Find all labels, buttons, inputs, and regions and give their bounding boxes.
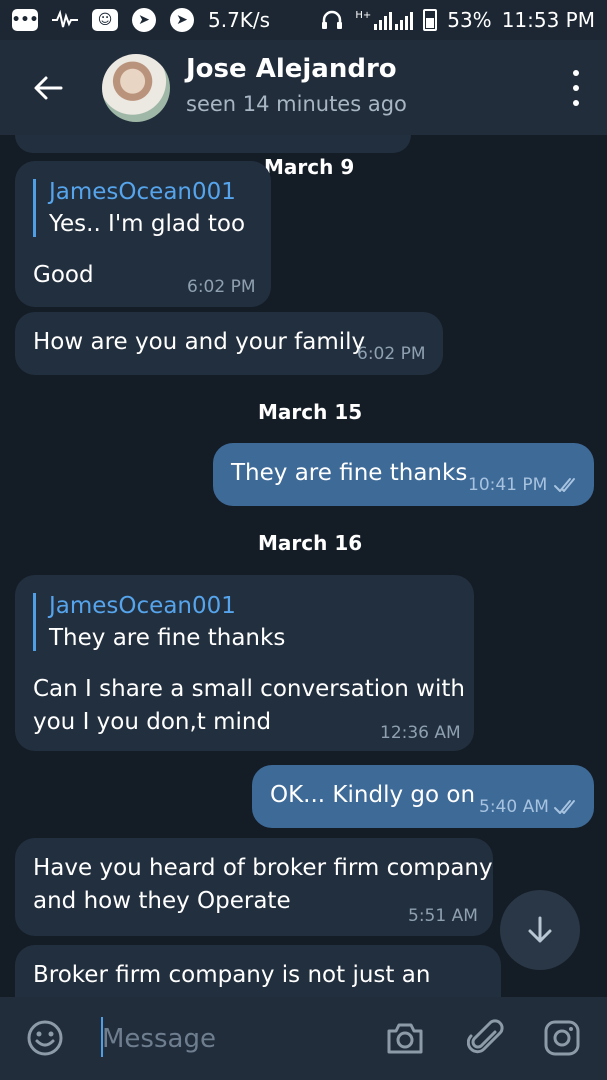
battery-level: 53%: [447, 8, 492, 32]
emoji-icon: [27, 1020, 63, 1056]
emoji-button[interactable]: [24, 1017, 66, 1059]
contact-status: seen 14 minutes ago: [186, 92, 407, 116]
message-text: Good: [33, 262, 94, 288]
back-button[interactable]: [28, 68, 68, 108]
instagram-icon: [544, 1020, 580, 1056]
message-list[interactable]: March 9 JamesOcean001 Yes.. I'm glad too…: [0, 135, 607, 997]
attach-icon: [467, 1019, 504, 1054]
status-bar: ••• ☺ ➤ ➤ 5.7K/s H+ 53% 11:53 PM: [0, 0, 607, 40]
message-text: OK... Kindly go on: [270, 782, 476, 808]
message-bubble-outgoing[interactable]: They are fine thanks 10:41 PM: [213, 443, 594, 506]
reply-text: Yes.. I'm glad too: [49, 211, 246, 237]
message-time: 10:41 PM: [468, 475, 548, 495]
reply-author: JamesOcean001: [49, 593, 236, 619]
date-separator: March 15: [258, 400, 363, 424]
message-time: 5:40 AM: [479, 797, 549, 817]
read-ticks-icon: [554, 478, 575, 492]
message-bubble-incoming[interactable]: Have you heard of broker firm company an…: [15, 838, 493, 936]
message-text: They are fine thanks: [231, 460, 468, 486]
attach-button[interactable]: [465, 1017, 507, 1059]
instagram-button[interactable]: [541, 1017, 583, 1059]
message-time: 6:02 PM: [357, 344, 426, 364]
date-separator: March 16: [258, 531, 363, 555]
reply-quote[interactable]: JamesOcean001 They are fine thanks: [33, 593, 285, 651]
chat-header: Jose Alejandro seen 14 minutes ago: [0, 40, 607, 135]
message-line: Have you heard of broker firm company: [33, 855, 493, 881]
back-arrow-icon: [34, 76, 63, 100]
telegram-notification-icon-2: ➤: [170, 8, 194, 32]
reply-quote[interactable]: JamesOcean001 Yes.. I'm glad too: [33, 179, 245, 237]
battery-icon: [423, 9, 438, 31]
headphones-icon: [319, 9, 345, 31]
message-bubble-incoming[interactable]: JamesOcean001 Yes.. I'm glad too Good 6:…: [15, 161, 271, 307]
avatar[interactable]: [102, 54, 170, 122]
message-time: 12:36 AM: [380, 723, 461, 743]
message-time: 5:51 AM: [408, 906, 478, 926]
reply-author: JamesOcean001: [49, 179, 236, 205]
reply-text: They are fine thanks: [49, 625, 286, 651]
camera-icon: [387, 1023, 423, 1054]
message-bubble-incoming[interactable]: How are you and your family 6:02 PM: [15, 312, 443, 375]
sms-icon: ☺: [92, 9, 118, 31]
message-composer: [0, 997, 607, 1080]
camera-button[interactable]: [384, 1017, 426, 1059]
date-separator: March 9: [264, 155, 355, 179]
network-speed: 5.7K/s: [208, 8, 271, 32]
more-notifications-icon: •••: [12, 9, 38, 31]
clock: 11:53 PM: [501, 8, 595, 32]
network-type: H+: [355, 10, 372, 21]
telegram-notification-icon: ➤: [132, 8, 156, 32]
read-ticks-icon: [554, 800, 575, 814]
message-line: Can I share a small conversation with: [33, 676, 465, 702]
contact-name[interactable]: Jose Alejandro: [186, 54, 397, 84]
signal-icon: H+: [355, 10, 414, 30]
partial-message-bubble[interactable]: [15, 135, 411, 153]
scroll-down-icon: [528, 916, 552, 943]
message-text: How are you and your family: [33, 329, 366, 355]
message-text: Broker firm company is not just an: [33, 962, 431, 988]
message-input[interactable]: [100, 1017, 374, 1061]
more-vert-icon[interactable]: [571, 70, 581, 106]
waveform-icon: [52, 9, 78, 31]
message-time: 6:02 PM: [187, 277, 256, 297]
message-bubble-incoming[interactable]: JamesOcean001 They are fine thanks Can I…: [15, 575, 474, 751]
scroll-down-button[interactable]: [500, 890, 580, 970]
message-bubble-outgoing[interactable]: OK... Kindly go on 5:40 AM: [252, 765, 594, 828]
message-bubble-incoming[interactable]: Broker firm company is not just an: [15, 945, 501, 997]
